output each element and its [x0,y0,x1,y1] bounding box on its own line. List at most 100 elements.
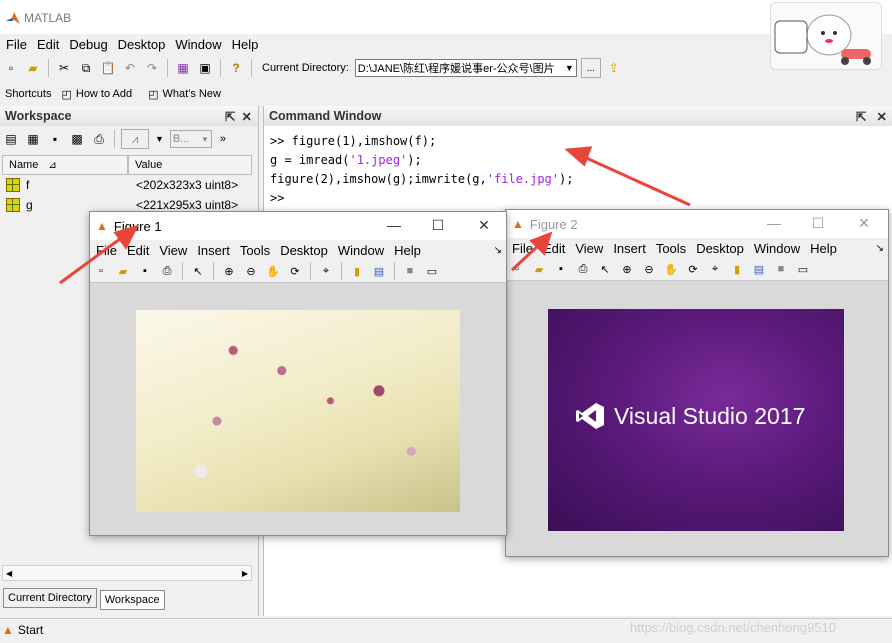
save-icon[interactable]: ▪ [552,260,570,278]
close-icon[interactable]: ✕ [877,109,887,124]
pan-icon[interactable]: ✋ [662,260,680,278]
menu-help[interactable]: Help [810,241,837,256]
save-icon[interactable]: ▪ [136,262,154,280]
menu-edit[interactable]: Edit [127,243,149,258]
zoom-in-icon[interactable]: ⊕ [618,260,636,278]
pan-icon[interactable]: ✋ [264,262,282,280]
table-row[interactable]: f <202x323x3 uint8> [2,175,252,195]
zoom-out-icon[interactable]: ⊖ [242,262,260,280]
close-icon[interactable]: ✕ [854,214,874,232]
show-plot-tools-icon[interactable]: ▭ [794,260,812,278]
menu-file[interactable]: File [96,243,117,258]
rotate-icon[interactable]: ⟳ [286,262,304,280]
colorbar-icon[interactable]: ▮ [728,260,746,278]
colorbar-icon[interactable]: ▮ [348,262,366,280]
minimize-icon[interactable]: — [384,216,404,234]
menu-debug[interactable]: Debug [69,37,107,52]
menu-file[interactable]: File [6,37,27,52]
open-folder-icon[interactable]: ▰ [24,59,42,77]
data-cursor-icon[interactable]: ⌖ [317,262,335,280]
dock-icon[interactable]: ↘ [494,245,502,256]
menu-tools[interactable]: Tools [656,241,686,256]
simulink-icon[interactable]: ▦ [174,59,192,77]
zoom-in-icon[interactable]: ⊕ [220,262,238,280]
open-folder-icon[interactable]: ▰ [114,262,132,280]
close-icon[interactable]: ✕ [474,216,494,234]
pointer-icon[interactable]: ↖ [189,262,207,280]
column-header-name[interactable]: Name ⊿ [2,155,128,175]
menu-desktop[interactable]: Desktop [118,37,166,52]
column-header-value[interactable]: Value [128,155,252,175]
redo-icon[interactable]: ↷ [143,59,161,77]
tab-workspace[interactable]: Workspace [99,590,165,610]
print-icon[interactable]: ⎙ [574,260,592,278]
open-selection-icon[interactable]: ▦ [24,130,42,148]
chevron-down-icon[interactable]: ▼ [155,134,164,144]
shortcut-how-to-add[interactable]: How to Add [76,88,132,100]
new-figure-icon[interactable]: ▫ [92,262,110,280]
shortcut-whats-new[interactable]: What's New [163,88,221,100]
menu-edit[interactable]: Edit [543,241,565,256]
chevron-down-icon[interactable]: ▼ [565,63,574,73]
legend-icon[interactable]: ▤ [370,262,388,280]
up-folder-icon[interactable]: ⇪ [605,59,623,77]
menu-file[interactable]: File [512,241,533,256]
menu-help[interactable]: Help [232,37,259,52]
figure-1-title-bar[interactable]: ▲ Figure 1 — ☐ ✕ [90,212,506,240]
plot-selection-icon[interactable]: ⩘ [121,129,149,149]
menu-window[interactable]: Window [175,37,221,52]
hide-plot-tools-icon[interactable]: ■ [772,260,790,278]
scroll-left-icon[interactable]: ◀ [6,569,12,578]
start-button[interactable]: ▲ Start [2,620,43,640]
maximize-icon[interactable]: ☐ [428,216,448,234]
open-folder-icon[interactable]: ▰ [530,260,548,278]
figure-2-window[interactable]: ▲ Figure 2 — ☐ ✕ File Edit View Insert T… [505,209,889,557]
copy-icon[interactable]: ⧉ [77,59,95,77]
maximize-icon[interactable]: ☐ [808,214,828,232]
help-icon[interactable]: ? [227,59,245,77]
workspace-horizontal-scrollbar[interactable]: ◀ ▶ [2,565,252,581]
cut-icon[interactable]: ✂ [55,59,73,77]
hide-plot-tools-icon[interactable]: ■ [401,262,419,280]
show-plot-tools-icon[interactable]: ▭ [423,262,441,280]
new-file-icon[interactable]: ▫ [2,59,20,77]
menu-window[interactable]: Window [338,243,384,258]
load-data-icon[interactable]: ▩ [68,130,86,148]
undock-icon[interactable]: ⇱ [856,109,866,124]
browse-directory-button[interactable]: ... [580,58,601,78]
paste-icon[interactable]: 📋 [99,59,117,77]
menu-view[interactable]: View [575,241,603,256]
menu-help[interactable]: Help [394,243,421,258]
menu-tools[interactable]: Tools [240,243,270,258]
stack-selector[interactable]: B... ▼ [169,130,212,148]
new-variable-icon[interactable]: ▤ [2,130,20,148]
menu-view[interactable]: View [159,243,187,258]
print-icon[interactable]: ⎙ [158,262,176,280]
current-directory-field[interactable]: D:\JANE\陈红\程序媛说事er-公众号\图片 ▼ [354,59,577,77]
menu-edit[interactable]: Edit [37,37,59,52]
new-figure-icon[interactable]: ▫ [508,260,526,278]
guide-icon[interactable]: ▣ [196,59,214,77]
close-icon[interactable]: ✕ [242,109,252,124]
save-icon[interactable]: ▪ [46,130,64,148]
command-prompt[interactable]: >> [270,189,573,208]
scroll-right-icon[interactable]: ▶ [242,569,248,578]
undo-icon[interactable]: ↶ [121,59,139,77]
figure-1-window[interactable]: ▲ Figure 1 — ☐ ✕ File Edit View Insert T… [89,211,507,536]
figure-2-title-bar[interactable]: ▲ Figure 2 — ☐ ✕ [506,210,888,238]
more-icon[interactable]: » [220,133,226,145]
menu-desktop[interactable]: Desktop [280,243,328,258]
zoom-out-icon[interactable]: ⊖ [640,260,658,278]
print-icon[interactable]: ⎙ [90,130,108,148]
minimize-icon[interactable]: — [764,214,784,232]
tab-current-directory[interactable]: Current Directory [3,588,97,608]
menu-window[interactable]: Window [754,241,800,256]
menu-insert[interactable]: Insert [197,243,230,258]
rotate-icon[interactable]: ⟳ [684,260,702,278]
undock-icon[interactable]: ⇱ [225,109,235,124]
menu-insert[interactable]: Insert [613,241,646,256]
pointer-icon[interactable]: ↖ [596,260,614,278]
data-cursor-icon[interactable]: ⌖ [706,260,724,278]
dock-icon[interactable]: ↘ [876,243,884,254]
menu-desktop[interactable]: Desktop [696,241,744,256]
